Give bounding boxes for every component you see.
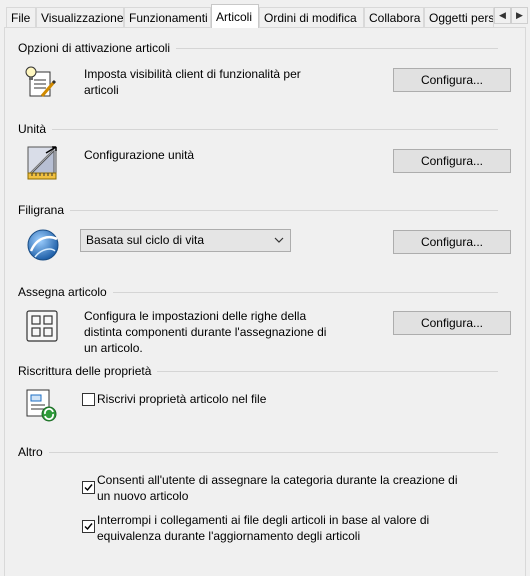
- tab-collabora[interactable]: Collabora: [364, 7, 424, 27]
- tab-file[interactable]: File: [6, 7, 36, 27]
- chevron-down-icon: [274, 230, 284, 259]
- tab-funzionamenti[interactable]: Funzionamenti: [124, 7, 211, 27]
- section-watermark-header: Filigrana: [18, 203, 498, 217]
- tab-ordini-di-modifica[interactable]: Ordini di modifica: [259, 7, 364, 27]
- activation-description: Imposta visibilità client di funzionalit…: [84, 67, 301, 97]
- assign-category-label: Consenti all'utente di assegnare la cate…: [97, 473, 458, 503]
- watermark-select-value: Basata sul ciclo di vita: [86, 233, 205, 247]
- configure-activation-button[interactable]: Configura...: [393, 68, 511, 92]
- tab-visualizzazione[interactable]: Visualizzazione: [36, 7, 124, 27]
- configure-watermark-button[interactable]: Configura...: [393, 230, 511, 254]
- watermark-select[interactable]: Basata sul ciclo di vita: [80, 229, 291, 252]
- section-title: Riscrittura delle proprietà: [18, 364, 158, 378]
- tab-strip: File Visualizzazione Funzionamenti Artic…: [0, 0, 530, 28]
- section-title: Unità: [18, 122, 53, 136]
- break-links-label: Interrompi i collegamenti ai file degli …: [97, 513, 430, 543]
- tab-scroll-right-icon[interactable]: ▶: [511, 7, 528, 24]
- section-writeback-header: Riscrittura delle proprietà: [18, 364, 498, 378]
- section-units-header: Unità: [18, 122, 498, 136]
- writeback-checkbox[interactable]: [82, 393, 95, 406]
- tab-oggetti-pers[interactable]: Oggetti pers: [424, 7, 494, 27]
- section-assign-header: Assegna articolo: [18, 285, 498, 299]
- section-title: Filigrana: [18, 203, 71, 217]
- checkmark-icon: [84, 523, 93, 531]
- section-title: Assegna articolo: [18, 285, 113, 299]
- section-title: Opzioni di attivazione articoli: [18, 41, 177, 55]
- grid-assign-icon: [24, 308, 60, 344]
- globe-icon: [25, 227, 61, 263]
- section-other-header: Altro: [18, 445, 498, 459]
- writeback-checkbox-label: Riscrivi proprietà articolo nel file: [97, 392, 267, 406]
- section-activation-header: Opzioni di attivazione articoli: [18, 41, 498, 55]
- units-description: Configurazione unità: [84, 148, 195, 162]
- break-links-checkbox[interactable]: [82, 520, 95, 533]
- assign-description: Configura le impostazioni delle righe de…: [84, 309, 327, 355]
- tab-articoli[interactable]: Articoli: [211, 4, 259, 28]
- assign-category-checkbox[interactable]: [82, 481, 95, 494]
- section-title: Altro: [18, 445, 49, 459]
- tab-scroll-left-icon[interactable]: ◀: [494, 7, 511, 24]
- lightbulb-list-icon: [22, 64, 58, 100]
- property-sync-icon: [23, 387, 59, 423]
- ruler-units-icon: [24, 145, 60, 181]
- configure-units-button[interactable]: Configura...: [393, 149, 511, 173]
- checkmark-icon: [84, 484, 93, 492]
- configure-assign-button[interactable]: Configura...: [393, 311, 511, 335]
